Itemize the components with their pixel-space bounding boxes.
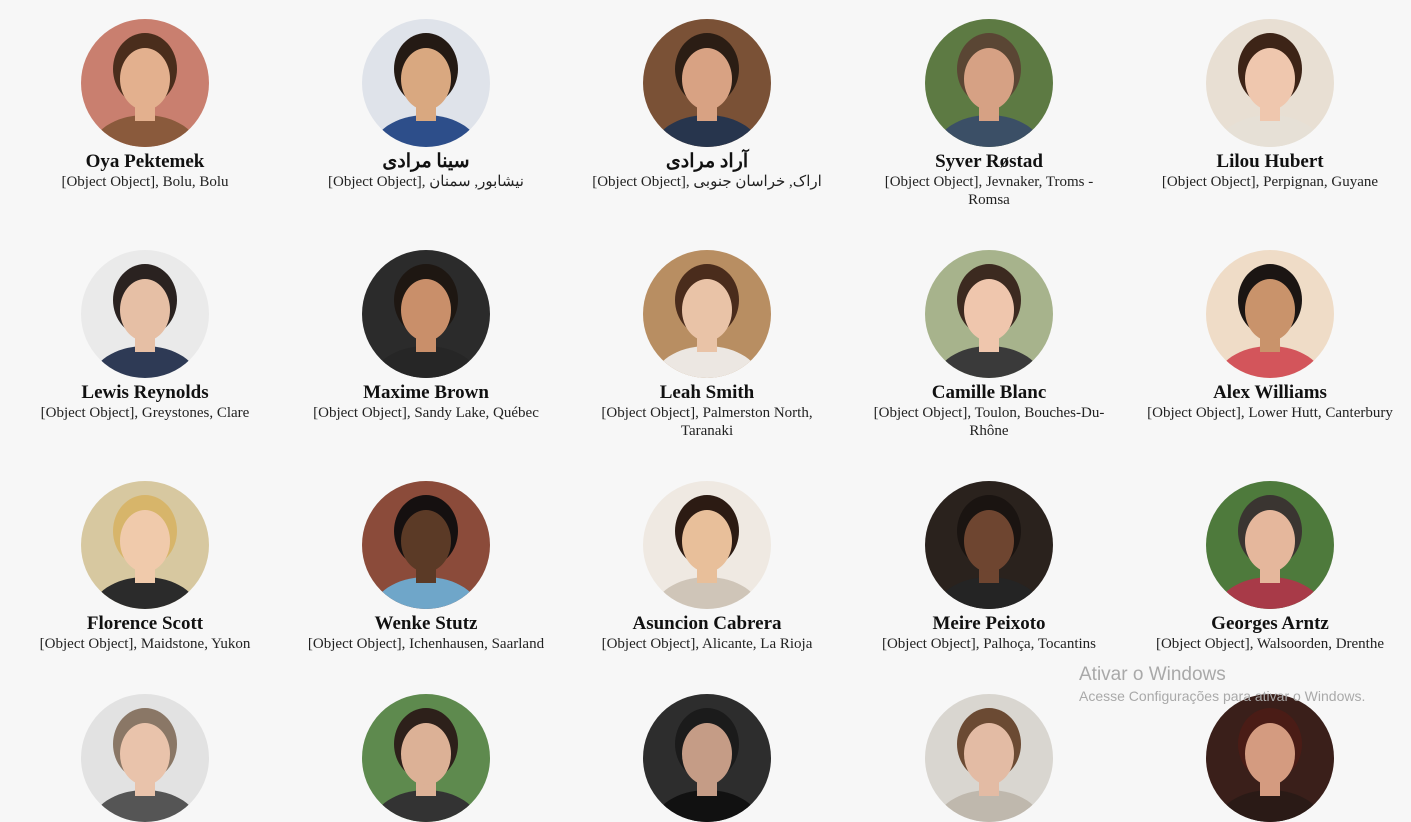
avatar[interactable] — [1206, 19, 1334, 147]
user-card[interactable] — [1140, 694, 1400, 822]
user-location: [Object Object], Lower Hutt, Canterbury — [1147, 405, 1393, 421]
user-location: [Object Object], Toulon, Bouches-Du-Rhôn… — [873, 405, 1105, 439]
avatar[interactable] — [362, 694, 490, 822]
user-name: Syver Røstad — [935, 151, 1043, 172]
user-name: Georges Arntz — [1211, 613, 1329, 634]
user-card[interactable]: Meire Peixoto [Object Object], Palhoça, T… — [859, 481, 1119, 653]
user-name: Asuncion Cabrera — [632, 613, 782, 634]
user-location: [Object Object], Palmerston North, Taran… — [601, 405, 813, 439]
user-name: Alex Williams — [1213, 382, 1327, 403]
avatar[interactable] — [362, 19, 490, 147]
user-card[interactable]: Asuncion Cabrera [Object Object], Alicant… — [577, 481, 837, 653]
user-location: [Object Object], Walsoorden, Drenthe — [1155, 636, 1385, 652]
user-location: [Object Object], Sandy Lake, Québec — [313, 405, 539, 421]
avatar[interactable] — [643, 19, 771, 147]
user-name: Wenke Stutz — [374, 613, 478, 634]
user-name: Leah Smith — [659, 382, 755, 403]
user-location: [Object Object], Ichenhausen, Saarland — [307, 636, 545, 652]
user-card[interactable]: آراد مرادی [Object Object], اراک, خراسان … — [577, 19, 837, 191]
user-name: Lewis Reynolds — [81, 382, 209, 403]
user-location: [Object Object], Bolu, Bolu — [61, 174, 229, 190]
avatar[interactable] — [1206, 694, 1334, 822]
avatar[interactable] — [81, 694, 209, 822]
user-name: سینا مرادی — [382, 151, 470, 172]
user-name: Oya Pektemek — [85, 151, 205, 172]
user-location: [Object Object], Palhoça, Tocantins — [881, 636, 1097, 652]
user-card[interactable] — [859, 694, 1119, 822]
user-card[interactable]: Alex Williams [Object Object], Lower Hutt… — [1140, 250, 1400, 422]
user-card[interactable]: سینا مرادی [Object Object], نیشابور, سمنا… — [296, 19, 556, 191]
avatar[interactable] — [1206, 481, 1334, 609]
user-name: Camille Blanc — [931, 382, 1047, 403]
user-location: [Object Object], Greystones, Clare — [40, 405, 250, 421]
avatar[interactable] — [81, 250, 209, 378]
avatar[interactable] — [925, 481, 1053, 609]
avatar[interactable] — [81, 481, 209, 609]
avatar[interactable] — [362, 481, 490, 609]
user-card[interactable] — [296, 694, 556, 822]
avatar[interactable] — [925, 19, 1053, 147]
avatar[interactable] — [643, 694, 771, 822]
user-card[interactable]: Georges Arntz [Object Object], Walsoorden… — [1140, 481, 1400, 653]
avatar[interactable] — [81, 19, 209, 147]
avatar[interactable] — [925, 250, 1053, 378]
watermark-subtitle: Acesse Configurações para ativar o Windo… — [1079, 688, 1366, 704]
user-card[interactable]: Syver Røstad [Object Object], Jevnaker, T… — [859, 19, 1119, 209]
avatar[interactable] — [643, 250, 771, 378]
user-name: Meire Peixoto — [932, 613, 1046, 634]
user-location: [Object Object], Alicante, La Rioja — [601, 636, 813, 652]
user-location: [Object Object], Maidstone, Yukon — [39, 636, 251, 652]
user-card[interactable]: Camille Blanc [Object Object], Toulon, Bo… — [859, 250, 1119, 440]
user-card[interactable] — [15, 694, 275, 822]
user-card[interactable] — [577, 694, 837, 822]
user-location: [Object Object], اراک, خراسان جنوبی — [592, 174, 822, 190]
user-name: Florence Scott — [86, 613, 204, 634]
avatar[interactable] — [643, 481, 771, 609]
user-name: آراد مرادی — [665, 151, 749, 172]
user-location: [Object Object], Perpignan, Guyane — [1161, 174, 1379, 190]
user-location: [Object Object], Jevnaker, Troms - Romsa — [884, 174, 1094, 208]
user-card[interactable]: Oya Pektemek [Object Object], Bolu, Bolu — [15, 19, 275, 191]
user-card[interactable]: Leah Smith [Object Object], Palmerston No… — [577, 250, 837, 440]
user-card[interactable]: Lilou Hubert [Object Object], Perpignan, … — [1140, 19, 1400, 191]
user-card[interactable]: Wenke Stutz [Object Object], Ichenhausen,… — [296, 481, 556, 653]
user-card[interactable]: Lewis Reynolds [Object Object], Greystone… — [15, 250, 275, 422]
avatar[interactable] — [1206, 250, 1334, 378]
user-location: [Object Object], نیشابور, سمنان — [328, 174, 524, 190]
user-card[interactable]: Maxime Brown [Object Object], Sandy Lake,… — [296, 250, 556, 422]
user-card[interactable]: Florence Scott [Object Object], Maidstone… — [15, 481, 275, 653]
avatar[interactable] — [362, 250, 490, 378]
windows-activation-watermark: Ativar o Windows Acesse Configurações pa… — [1079, 663, 1365, 705]
avatar[interactable] — [925, 694, 1053, 822]
user-name: Lilou Hubert — [1216, 151, 1324, 172]
user-name: Maxime Brown — [363, 382, 489, 403]
watermark-title: Ativar o Windows — [1079, 664, 1226, 685]
